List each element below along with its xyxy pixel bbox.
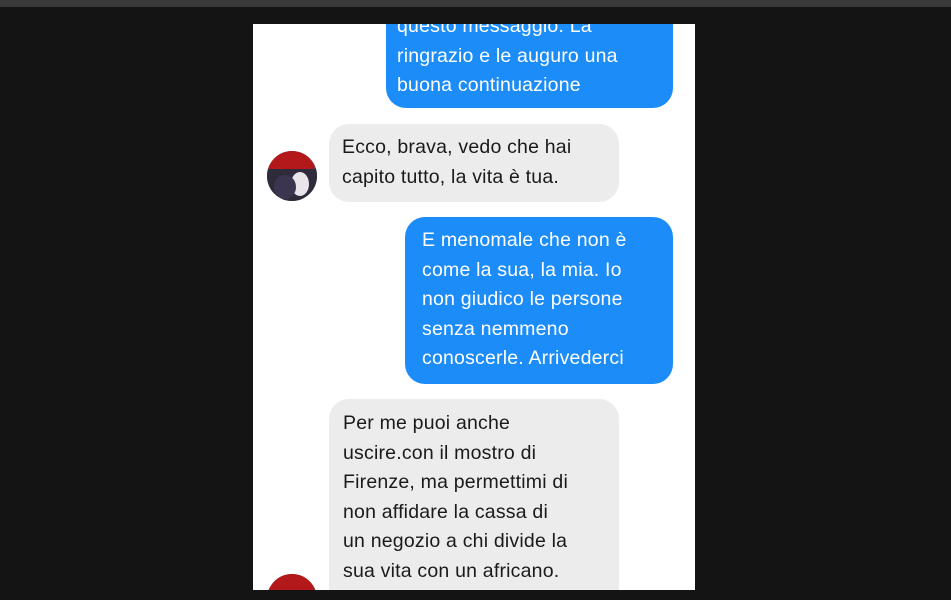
- received-message-bubble: Per me puoi anche uscire.con il mostro d…: [329, 399, 619, 590]
- message-line: non giudico le persone: [422, 288, 623, 310]
- message-line: buona continuazione: [397, 74, 581, 96]
- message-line: sua vita con un africano.: [343, 559, 560, 582]
- window-top-bar: [0, 0, 951, 7]
- message-line: ringrazio e le auguro una: [397, 44, 618, 67]
- message-line: conoscerle. Arrivederci: [422, 347, 624, 369]
- message-line: un negozio a chi divide la: [343, 530, 568, 552]
- chat-screenshot: questo messaggio. La ringrazio e le augu…: [253, 24, 695, 590]
- contact-avatar[interactable]: [267, 151, 317, 201]
- sent-message-bubble: questo messaggio. La ringrazio e le augu…: [386, 24, 673, 108]
- message-line: non affidare la cassa di: [343, 500, 548, 523]
- message-line: uscire.con il mostro di: [343, 441, 537, 464]
- contact-avatar[interactable]: [267, 574, 317, 590]
- message-line: come la sua, la mia. Io: [422, 258, 622, 281]
- message-line: E menomale che non è: [422, 229, 627, 251]
- message-line: Firenze, ma permettimi di: [343, 471, 568, 493]
- received-message-bubble: Ecco, brava, vedo che hai capito tutto, …: [329, 124, 619, 202]
- sent-message-bubble: E menomale che non è come la sua, la mia…: [405, 217, 673, 384]
- message-line: Per me puoi anche: [343, 412, 511, 434]
- message-line: capito tutto, la vita è tua.: [342, 165, 559, 188]
- message-line: Ecco, brava, vedo che hai: [342, 136, 572, 158]
- message-line: questo messaggio. La: [397, 24, 592, 37]
- message-line: senza nemmeno: [422, 317, 569, 340]
